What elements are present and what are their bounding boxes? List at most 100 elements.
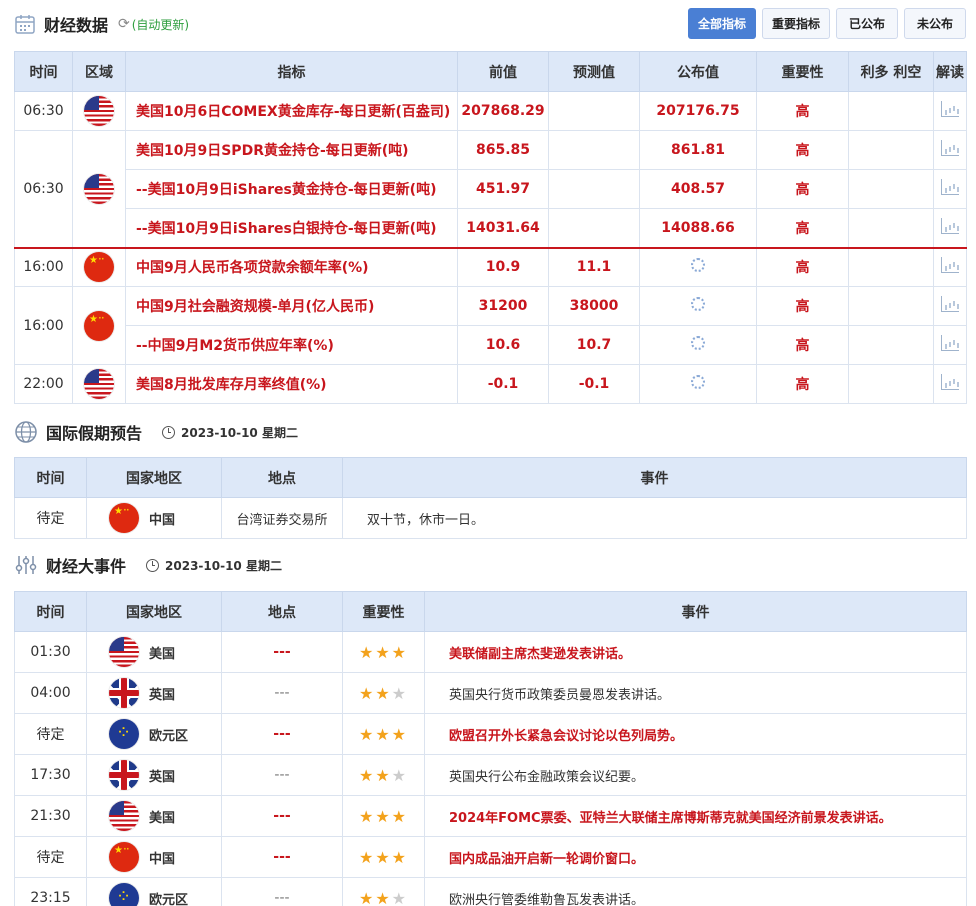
filter-buttons: 全部指标 重要指标 已公布 未公布 (687, 8, 966, 39)
country-name: 欧元区 (149, 728, 189, 744)
column-header: 地点 (221, 457, 343, 498)
event-cell: 英国央行货币政策委员曼恩发表讲话。 (424, 672, 967, 714)
importance-stars: ★★★ (358, 642, 409, 662)
loading-icon (691, 375, 705, 389)
table-header-row: 时间 区域 指标 前值 预测值 公布值 重要性 利多 利空 解读 (14, 51, 967, 92)
time-cell: 待定 (14, 497, 87, 539)
table-row: 待定 中国 台湾证券交易所 双十节，休市一日。 (14, 497, 967, 539)
column-header: 区域 (72, 51, 126, 92)
column-header: 前值 (457, 51, 549, 92)
holiday-title: 国际假期预告 (46, 424, 143, 443)
forecast-value: 10.7 (548, 325, 640, 365)
indicator-link[interactable]: 美国10月9日SPDR黄金持仓-每日更新(吨) (125, 130, 458, 170)
time-cell: 22:00 (14, 364, 73, 404)
time-cell: 06:30 (14, 91, 73, 131)
impact-cell (848, 208, 934, 248)
prev-value: -0.1 (457, 364, 549, 404)
impact-cell (848, 130, 934, 170)
table-row: 待定 中国 --- ★★★ 国内成品油开启新一轮调价窗口。 (14, 836, 967, 878)
filter-published-button[interactable]: 已公布 (836, 8, 898, 39)
forecast-value: 11.1 (548, 246, 640, 287)
indicator-link[interactable]: --美国10月9日iShares黄金持仓-每日更新(吨) (125, 169, 458, 209)
event-cell: 欧洲央行管委维勒鲁瓦发表讲话。 (424, 877, 967, 906)
calendar-icon (15, 15, 35, 34)
forecast-value (548, 91, 640, 131)
indicator-link[interactable]: 中国9月人民币各项贷款余额年率(%) (125, 246, 458, 287)
time-cell: 17:30 (14, 754, 87, 796)
us-flag-icon (109, 801, 139, 831)
events-date: 2023-10-10 星期二 (146, 557, 282, 574)
chart-icon[interactable] (941, 335, 959, 351)
column-header: 时间 (14, 591, 87, 632)
time-cell: 16:00 (14, 246, 73, 287)
column-header: 国家地区 (86, 457, 222, 498)
time-cell: 06:30 (14, 130, 73, 248)
clock-icon (146, 558, 160, 572)
country-name: 欧元区 (149, 892, 189, 906)
table-header-row: 时间 国家地区 地点 事件 (14, 457, 967, 498)
chart-icon[interactable] (941, 257, 959, 274)
chart-icon[interactable] (941, 179, 959, 195)
table-row: --美国10月9日iShares白银持仓-每日更新(吨) 14031.64 14… (15, 208, 967, 248)
prev-value: 865.85 (457, 130, 549, 170)
time-cell: 16:00 (14, 286, 73, 365)
actual-value: 207176.75 (639, 91, 757, 131)
auto-update-toggle[interactable]: ⟳ (自动更新) (118, 16, 189, 33)
actual-value: 408.57 (639, 169, 757, 209)
table-row: 16:00 中国9月社会融资规模-单月(亿人民币) 31200 38000 高 (14, 286, 967, 365)
time-cell: 待定 (14, 713, 87, 755)
table-row: 待定 欧元区 --- ★★★ 欧盟召开外长紧急会议讨论以色列局势。 (14, 713, 967, 755)
forecast-value (548, 169, 640, 209)
importance-value: 高 (756, 169, 849, 209)
table-row: --中国9月M2货币供应年率(%) 10.6 10.7 高 (15, 325, 967, 365)
forecast-value: 38000 (548, 286, 640, 326)
column-header: 国家地区 (86, 591, 222, 632)
country-name: 美国 (149, 646, 176, 662)
filter-unpublished-button[interactable]: 未公布 (904, 8, 966, 39)
holiday-table: 时间 国家地区 地点 事件 待定 中国 台湾证券交易所 双十节，休市一日。 (14, 457, 967, 539)
forecast-value: -0.1 (548, 364, 640, 404)
column-header: 利多 利空 (848, 51, 934, 92)
place-cell: --- (221, 795, 343, 837)
events-date-label: 2023-10-10 星期二 (165, 558, 282, 573)
filter-important-button[interactable]: 重要指标 (761, 8, 830, 39)
table-row: 06:30 美国10月6日COMEX黄金库存-每日更新(百盎司) 207868.… (14, 91, 967, 131)
actual-value: 14088.66 (639, 208, 757, 248)
chart-icon[interactable] (941, 140, 959, 156)
column-header: 重要性 (756, 51, 849, 92)
country-name: 英国 (149, 769, 176, 785)
importance-stars: ★★★ (358, 765, 409, 785)
table-row: 21:30 美国 --- ★★★ 2024年FOMC票委、亚特兰大联储主席博斯蒂… (14, 795, 967, 837)
table-row: 23:15 欧元区 --- ★★★ 欧洲央行管委维勒鲁瓦发表讲话。 (14, 877, 967, 906)
column-header: 地点 (221, 591, 343, 632)
events-title: 财经大事件 (46, 557, 127, 576)
indicator-link[interactable]: --美国10月9日iShares白银持仓-每日更新(吨) (125, 208, 458, 248)
chart-icon[interactable] (941, 296, 959, 312)
chart-icon[interactable] (941, 374, 959, 390)
chart-icon[interactable] (941, 101, 959, 117)
holiday-date: 2023-10-10 星期二 (162, 424, 298, 441)
indicator-link[interactable]: --中国9月M2货币供应年率(%) (125, 325, 458, 365)
importance-value: 高 (756, 364, 849, 404)
prev-value: 451.97 (457, 169, 549, 209)
forecast-value (548, 208, 640, 248)
indicator-link[interactable]: 中国9月社会融资规模-单月(亿人民币) (125, 286, 458, 326)
uk-flag-icon (109, 760, 139, 790)
impact-cell (848, 364, 934, 404)
indicator-table: 时间 区域 指标 前值 预测值 公布值 重要性 利多 利空 解读 06:30 美… (14, 51, 967, 404)
uk-flag-icon (109, 678, 139, 708)
holiday-date-label: 2023-10-10 星期二 (181, 425, 298, 440)
event-cell: 双十节，休市一日。 (342, 497, 967, 539)
event-cell: 欧盟召开外长紧急会议讨论以色列局势。 (424, 713, 967, 755)
us-flag-icon (109, 637, 139, 667)
indicator-link[interactable]: 美国10月6日COMEX黄金库存-每日更新(百盎司) (125, 91, 458, 131)
impact-cell (848, 286, 934, 326)
globe-icon (15, 421, 37, 443)
filter-all-button[interactable]: 全部指标 (687, 8, 756, 39)
column-header: 解读 (933, 51, 967, 92)
loading-icon (691, 336, 705, 350)
auto-update-label: (自动更新) (131, 17, 190, 32)
importance-value: 高 (756, 208, 849, 248)
chart-icon[interactable] (941, 217, 959, 234)
indicator-link[interactable]: 美国8月批发库存月率终值(%) (125, 364, 458, 404)
